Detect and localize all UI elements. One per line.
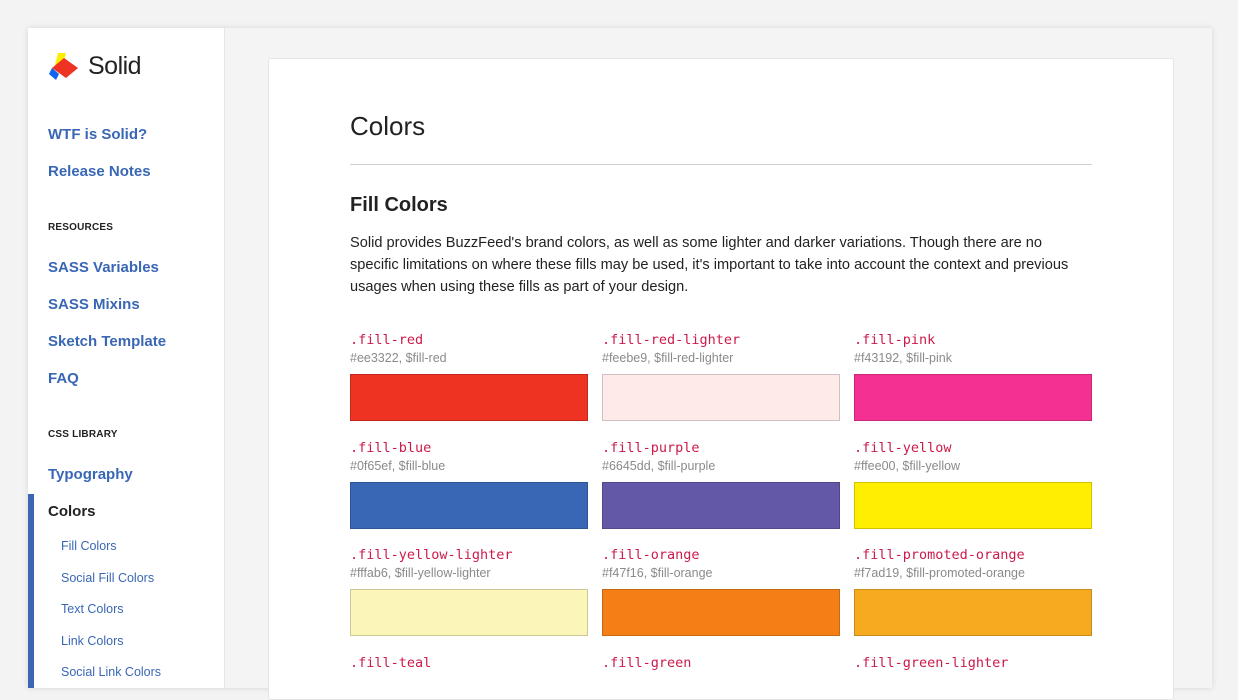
solid-logo-icon — [48, 50, 82, 82]
swatch-class-name: .fill-pink — [854, 332, 936, 348]
swatch-hex-variable: #fffab6, $fill-yellow-lighter — [350, 566, 491, 580]
swatch-fill-purple: .fill-purple #6645dd, $fill-purple — [602, 439, 840, 529]
swatch-class-name: .fill-blue — [350, 440, 432, 456]
swatch-fill-promoted-orange: .fill-promoted-orange #f7ad19, $fill-prom… — [854, 546, 1092, 636]
swatch-fill-teal: .fill-teal — [350, 654, 588, 672]
swatch-class-name: .fill-yellow-lighter — [350, 547, 513, 563]
swatch-class-name: .fill-purple — [602, 440, 700, 456]
swatch-color-box — [350, 374, 588, 421]
nav-link-release-notes[interactable]: Release Notes — [48, 163, 151, 180]
swatch-fill-pink: .fill-pink #f43192, $fill-pink — [854, 331, 1092, 421]
sub-link-text-colors[interactable]: Text Colors — [61, 602, 124, 616]
swatch-color-box — [854, 374, 1092, 421]
page-title: Colors — [350, 111, 426, 141]
swatch-color-box — [602, 374, 840, 421]
swatch-hex-variable: #feebe9, $fill-red-lighter — [602, 351, 734, 365]
swatch-hex-variable: #f47f16, $fill-orange — [602, 566, 713, 580]
nav-link-typography[interactable]: Typography — [48, 466, 133, 483]
swatch-color-box — [602, 482, 840, 529]
nav-link-wtf-is-solid[interactable]: WTF is Solid? — [48, 126, 147, 143]
swatch-hex-variable: #0f65ef, $fill-blue — [350, 459, 446, 473]
nav-link-sketch-template[interactable]: Sketch Template — [48, 333, 166, 350]
swatch-fill-green-lighter: .fill-green-lighter — [854, 654, 1092, 672]
active-indicator — [28, 494, 34, 688]
section-title-fill-colors: Fill Colors — [350, 194, 448, 216]
swatch-class-name: .fill-orange — [602, 547, 700, 563]
sidebar: Solid WTF is Solid? Release Notes RESOUR… — [28, 28, 225, 688]
sub-link-social-fill-colors[interactable]: Social Fill Colors — [61, 571, 154, 585]
swatch-fill-yellow-lighter: .fill-yellow-lighter #fffab6, $fill-yello… — [350, 546, 588, 636]
content-card: Colors Fill Colors Solid provides BuzzFe… — [268, 58, 1174, 700]
swatch-class-name: .fill-yellow — [854, 440, 952, 456]
sub-link-social-link-colors[interactable]: Social Link Colors — [61, 665, 161, 679]
swatch-hex-variable: #6645dd, $fill-purple — [602, 459, 716, 473]
nav-link-faq[interactable]: FAQ — [48, 370, 79, 387]
swatch-fill-yellow: .fill-yellow #ffee00, $fill-yellow — [854, 439, 1092, 529]
intro-paragraph: Solid provides BuzzFeed's brand colors, … — [350, 235, 1069, 295]
swatch-class-name: .fill-teal — [350, 655, 432, 671]
swatch-hex-variable: #ee3322, $fill-red — [350, 351, 447, 365]
swatch-hex-variable: #ffee00, $fill-yellow — [854, 459, 961, 473]
brand-name: Solid — [88, 51, 142, 80]
app-window: Solid WTF is Solid? Release Notes RESOUR… — [28, 28, 1212, 700]
nav-link-colors-active[interactable]: Colors — [48, 503, 96, 520]
swatch-fill-green: .fill-green — [602, 654, 840, 672]
swatch-class-name: .fill-green-lighter — [854, 655, 1009, 671]
swatch-fill-blue: .fill-blue #0f65ef, $fill-blue — [350, 439, 588, 529]
swatch-fill-red: .fill-red #ee3322, $fill-red — [350, 331, 588, 421]
nav-section-resources: RESOURCES — [48, 222, 114, 233]
swatch-class-name: .fill-red-lighter — [602, 332, 741, 348]
swatch-color-box — [854, 482, 1092, 529]
brand-logo[interactable]: Solid — [48, 50, 142, 82]
swatch-class-name: .fill-green — [602, 655, 692, 671]
sub-link-link-colors[interactable]: Link Colors — [61, 634, 124, 648]
swatch-color-box — [602, 589, 840, 636]
swatch-fill-orange: .fill-orange #f47f16, $fill-orange — [602, 546, 840, 636]
swatch-class-name: .fill-red — [350, 332, 424, 348]
swatch-fill-red-lighter: .fill-red-lighter #feebe9, $fill-red-ligh… — [602, 331, 840, 421]
swatch-hex-variable: #f43192, $fill-pink — [854, 351, 952, 365]
nav-section-css-library: CSS LIBRARY — [48, 429, 118, 440]
swatch-color-box — [350, 482, 588, 529]
sub-link-fill-colors[interactable]: Fill Colors — [61, 539, 117, 553]
swatch-color-box — [854, 589, 1092, 636]
nav-link-sass-variables[interactable]: SASS Variables — [48, 259, 159, 276]
swatch-hex-variable: #f7ad19, $fill-promoted-orange — [854, 566, 1025, 580]
title-divider — [350, 164, 1092, 165]
nav-link-sass-mixins[interactable]: SASS Mixins — [48, 296, 140, 313]
swatch-color-box — [350, 589, 588, 636]
swatch-class-name: .fill-promoted-orange — [854, 547, 1025, 563]
